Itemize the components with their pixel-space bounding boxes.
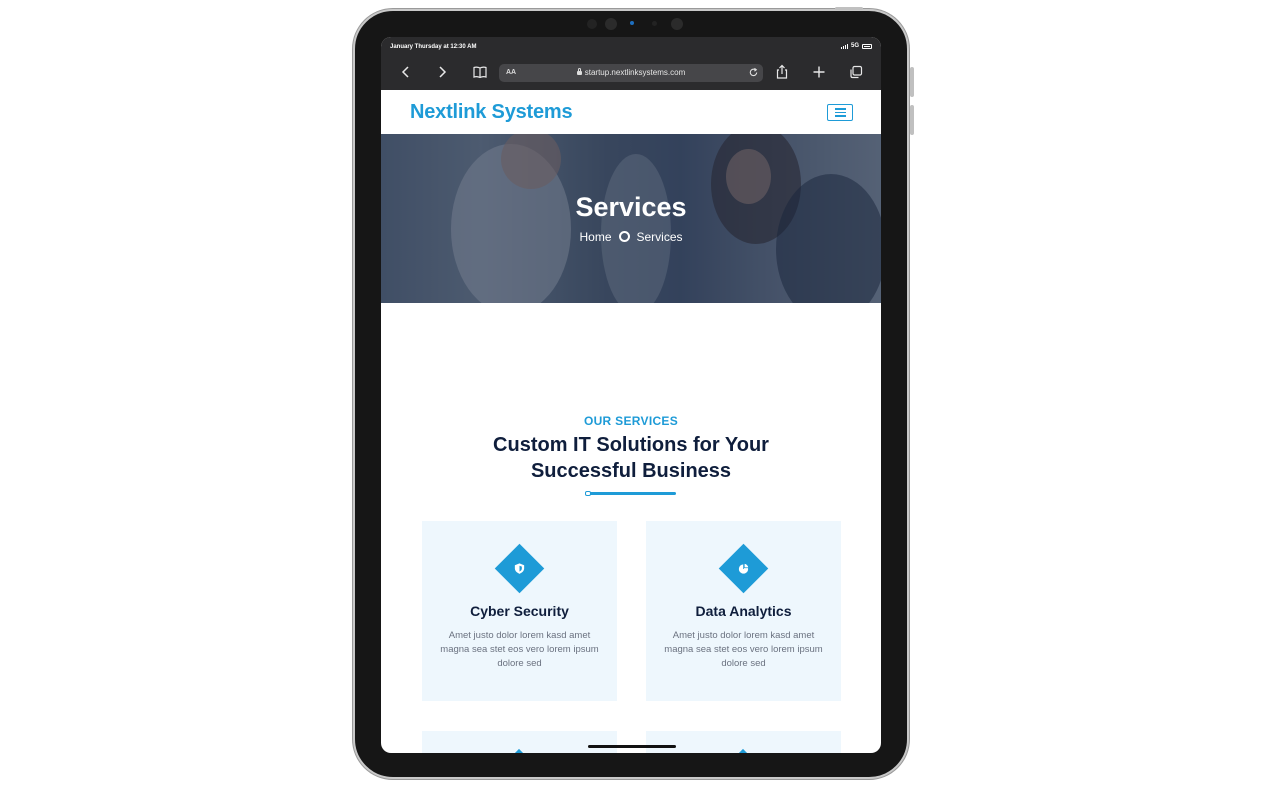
top-button	[835, 7, 863, 10]
share-icon[interactable]	[774, 64, 790, 80]
brand-logo-text[interactable]: Nextlink Systems	[410, 101, 573, 124]
site-header: Nextlink Systems	[381, 90, 881, 134]
breadcrumb-home-link[interactable]: Home	[579, 230, 611, 244]
volume-down-button	[910, 105, 914, 135]
section-underline	[585, 491, 676, 496]
signal-icon	[840, 43, 848, 49]
menu-icon-line	[834, 115, 846, 117]
section-title: Custom IT Solutions for Your Successful …	[493, 434, 769, 482]
status-indicators: 5G	[840, 43, 872, 49]
pie-chart-icon	[737, 562, 750, 575]
card-title: Cyber Security	[470, 603, 569, 619]
breadcrumb-current: Services	[636, 230, 683, 244]
back-arrow-icon[interactable]	[398, 64, 414, 80]
bookmarks-book-icon[interactable]	[472, 64, 488, 80]
card-description: Amet justo dolor lorem kasd amet magna s…	[664, 630, 823, 669]
status-time: January Thursday at 12:30 AM	[390, 44, 477, 50]
service-card-cyber-security[interactable]: Cyber Security Amet justo dolor lorem ka…	[422, 521, 617, 701]
service-card-partial[interactable]	[422, 731, 617, 753]
card-description: Amet justo dolor lorem kasd amet magna s…	[440, 630, 599, 669]
network-label: 5G	[850, 43, 859, 49]
browser-toolbar: AA startup.nextlinksystems.com	[381, 57, 881, 90]
shield-icon	[513, 562, 526, 575]
tablet-device: January Thursday at 12:30 AM 5G AA start…	[353, 7, 914, 779]
page-title: Services	[575, 192, 687, 222]
tabs-overview-icon[interactable]	[848, 64, 864, 80]
service-card-partial[interactable]	[646, 731, 841, 753]
breadcrumb-separator-icon	[618, 231, 630, 242]
camera-lens	[671, 18, 683, 30]
url-text: startup.nextlinksystems.com	[584, 68, 686, 77]
camera-indicator	[630, 21, 634, 25]
menu-icon-line	[834, 111, 846, 114]
front-camera-bar	[587, 18, 685, 30]
device-screen: January Thursday at 12:30 AM 5G AA start…	[381, 37, 881, 753]
home-indicator[interactable]	[588, 745, 676, 748]
battery-icon	[862, 43, 872, 49]
section-tag: OUR SERVICES	[583, 414, 679, 428]
address-bar[interactable]: AA startup.nextlinksystems.com	[499, 64, 763, 82]
sensor-dot	[587, 19, 597, 29]
reload-icon[interactable]	[748, 67, 759, 78]
page-hero-banner: Services Home Services	[381, 134, 881, 303]
card-icon-diamond	[511, 748, 527, 753]
lock-icon	[576, 68, 582, 75]
new-tab-plus-icon[interactable]	[811, 64, 827, 80]
card-title: Data Analytics	[695, 603, 792, 619]
sensor-dot	[652, 21, 657, 26]
service-card-data-analytics[interactable]: Data Analytics Amet justo dolor lorem ka…	[646, 521, 841, 701]
menu-icon-line	[834, 108, 846, 110]
url-display[interactable]: startup.nextlinksystems.com	[499, 68, 763, 77]
status-bar: January Thursday at 12:30 AM 5G	[381, 37, 881, 57]
menu-toggle-button[interactable]	[827, 104, 853, 121]
breadcrumb: Home Services	[381, 230, 881, 244]
forward-arrow-icon[interactable]	[434, 64, 450, 80]
card-icon-diamond	[735, 748, 751, 753]
volume-up-button	[910, 67, 914, 97]
camera-lens	[605, 18, 617, 30]
